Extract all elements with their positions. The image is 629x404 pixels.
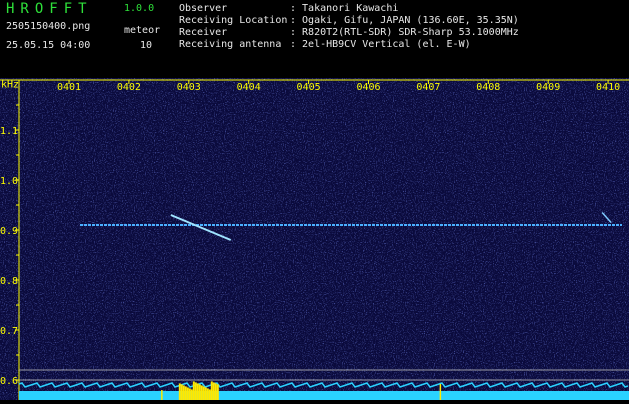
spectrum-baseline — [19, 391, 629, 400]
spectrogram-noise — [0, 78, 629, 400]
observer-value: : Takanori Kawachi — [290, 3, 399, 14]
spectrogram-chart: kHz 0401 0402 0403 0404 0405 0406 0407 0408 0409… — [0, 78, 629, 400]
y-tick-label: 1.1 — [0, 126, 18, 137]
receiver-key: Receiver — [179, 27, 228, 38]
app-name: HROFFT — [6, 1, 93, 17]
observer-key: Observer — [179, 3, 228, 14]
x-tick-label: 0403 — [177, 82, 201, 93]
mode-label: meteor — [124, 25, 161, 36]
x-tick-label: 0409 — [536, 82, 560, 93]
y-tick-label: 0.9 — [0, 226, 18, 237]
x-tick-label: 0404 — [237, 82, 261, 93]
x-tick-label: 0408 — [476, 82, 500, 93]
spectrogram-panel: kHz 0401 0402 0403 0404 0405 0406 0407 0408 0409… — [0, 78, 629, 400]
header-panel: HROFFT 1.0.0 2505150400.png 25.05.15 04:… — [0, 0, 629, 78]
meteor-count: 10 — [140, 40, 153, 51]
datetime: 25.05.15 04:00 — [6, 40, 91, 51]
y-tick-label: 0.7 — [0, 326, 18, 337]
antenna-key: Receiving antenna — [179, 39, 282, 50]
y-tick-label: 0.6 — [0, 376, 18, 387]
x-tick-label: 0402 — [117, 82, 141, 93]
receiver-value: : R820T2(RTL-SDR) SDR-Sharp 53.1000MHz — [290, 27, 519, 38]
x-tick-label: 0407 — [416, 82, 440, 93]
file-name: 2505150400.png — [6, 21, 91, 32]
x-tick-label: 0410 — [596, 82, 620, 93]
antenna-value: : 2el-HB9CV Vertical (el. E-W) — [290, 39, 471, 50]
location-key: Receiving Location — [179, 15, 288, 26]
x-tick-label: 0406 — [356, 82, 380, 93]
x-tick-label: 0405 — [297, 82, 321, 93]
y-tick-label: 0.8 — [0, 276, 18, 287]
y-tick-label: 1.0 — [0, 176, 18, 187]
app-version: 1.0.0 — [124, 3, 155, 14]
y-axis-label: kHz — [1, 79, 19, 90]
x-tick-label: 0401 — [57, 82, 81, 93]
location-value: : Ogaki, Gifu, JAPAN (136.60E, 35.35N) — [290, 15, 519, 26]
